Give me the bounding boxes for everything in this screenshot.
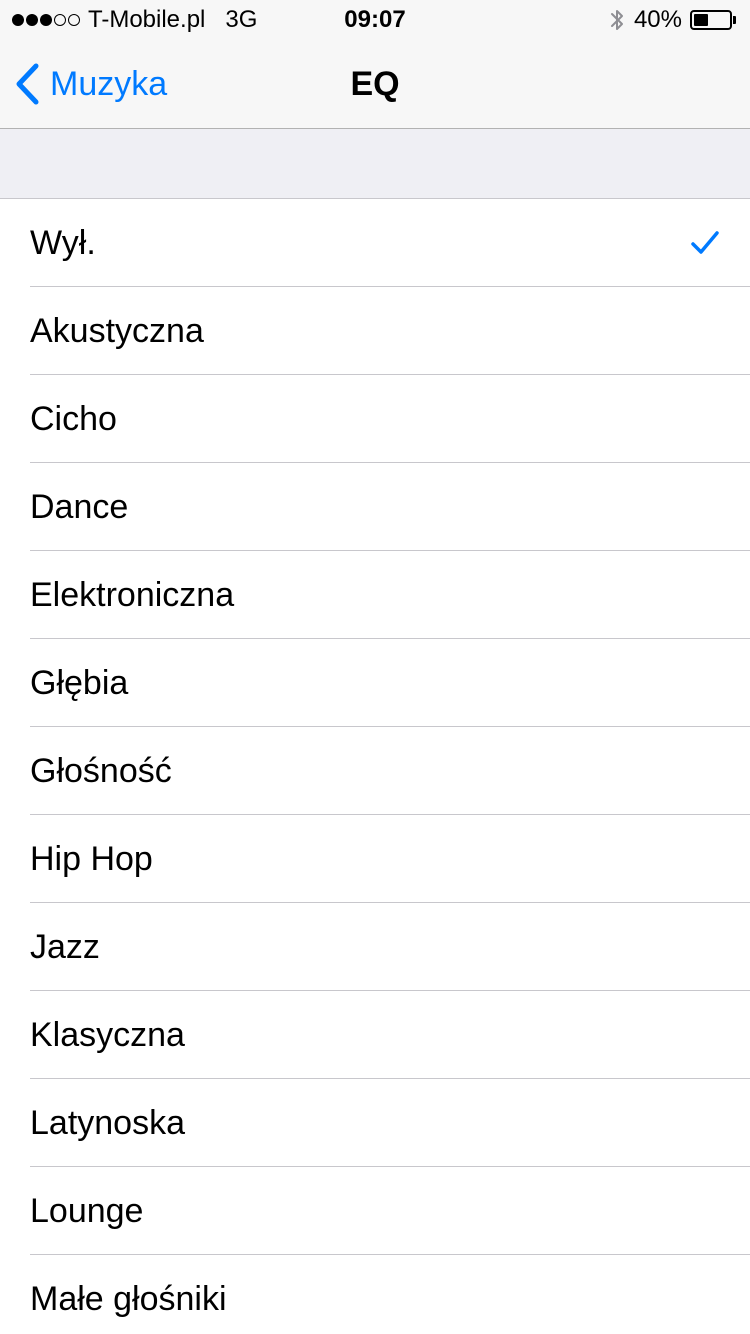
eq-preset-label: Lounge xyxy=(30,1192,144,1230)
status-right: 40% xyxy=(610,6,736,34)
eq-preset-row[interactable]: Lounge xyxy=(0,1167,750,1255)
eq-preset-row[interactable]: Dance xyxy=(0,463,750,551)
eq-preset-label: Głośność xyxy=(30,752,172,790)
eq-preset-label: Jazz xyxy=(30,928,100,966)
section-header-spacer xyxy=(0,129,750,199)
navigation-bar: EQ Muzyka xyxy=(0,40,750,129)
eq-preset-label: Akustyczna xyxy=(30,312,204,350)
eq-preset-row[interactable]: Głębia xyxy=(0,639,750,727)
eq-preset-label: Małe głośniki xyxy=(30,1280,227,1318)
eq-preset-list: Wył. Akustyczna Cicho Dance Elektroniczna Głę… xyxy=(0,199,750,1334)
eq-preset-label: Wył. xyxy=(30,224,96,262)
eq-settings-screen: T-Mobile.pl 3G 09:07 40% EQ Muzyka Wył. … xyxy=(0,0,750,1334)
eq-preset-label: Cicho xyxy=(30,400,117,438)
chevron-left-icon[interactable] xyxy=(14,62,40,106)
checkmark-icon xyxy=(690,229,720,257)
eq-preset-row[interactable]: Latynoska xyxy=(0,1079,750,1167)
eq-preset-row[interactable]: Akustyczna xyxy=(0,287,750,375)
eq-preset-row[interactable]: Klasyczna xyxy=(0,991,750,1079)
eq-preset-row[interactable]: Elektroniczna xyxy=(0,551,750,639)
back-button-label[interactable]: Muzyka xyxy=(50,65,167,104)
eq-preset-label: Elektroniczna xyxy=(30,576,235,614)
battery-level-fill xyxy=(694,14,708,26)
bluetooth-icon xyxy=(610,8,624,32)
eq-preset-label: Klasyczna xyxy=(30,1016,185,1054)
eq-preset-row[interactable]: Wył. xyxy=(0,199,750,287)
eq-preset-row[interactable]: Hip Hop xyxy=(0,815,750,903)
eq-preset-row[interactable]: Jazz xyxy=(0,903,750,991)
back-button[interactable]: Muzyka xyxy=(14,40,167,128)
eq-preset-label: Dance xyxy=(30,488,129,526)
eq-preset-label: Latynoska xyxy=(30,1104,185,1142)
battery-percentage: 40% xyxy=(633,6,682,33)
eq-preset-row[interactable]: Małe głośniki xyxy=(0,1255,750,1334)
status-bar: T-Mobile.pl 3G 09:07 40% xyxy=(0,0,750,40)
eq-preset-label: Głębia xyxy=(30,664,129,702)
battery-icon xyxy=(690,10,732,30)
battery-tip xyxy=(733,16,736,24)
eq-preset-label: Hip Hop xyxy=(30,840,153,878)
eq-preset-row[interactable]: Głośność xyxy=(0,727,750,815)
eq-preset-row[interactable]: Cicho xyxy=(0,375,750,463)
